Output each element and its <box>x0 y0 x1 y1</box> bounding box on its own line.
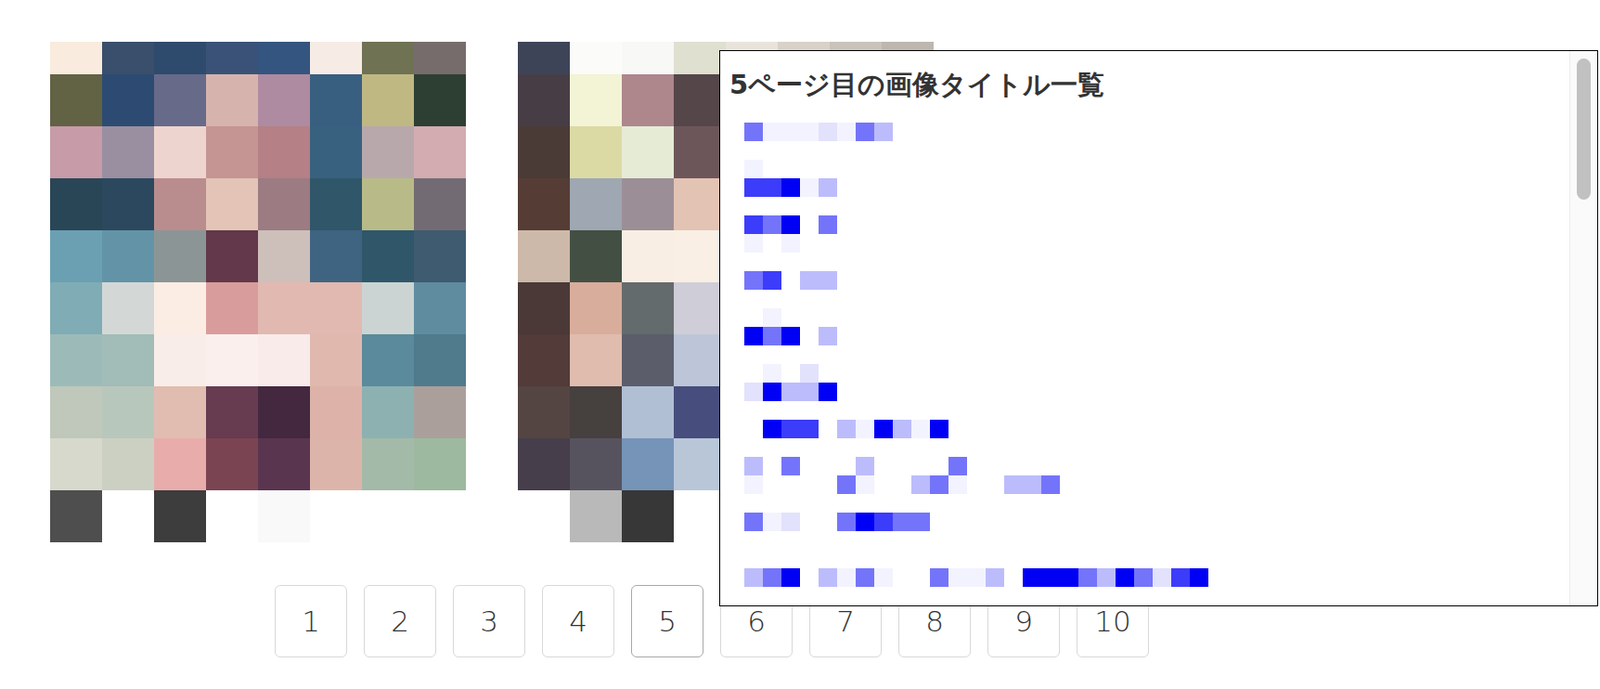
redacted-row[interactable] <box>744 178 1561 197</box>
scrollbar-thumb[interactable] <box>1576 58 1591 200</box>
redacted-row[interactable] <box>744 215 1561 234</box>
page-button[interactable]: 1 <box>274 584 348 658</box>
title-list-popup: 5ページ目の画像タイトル一覧 <box>719 50 1599 607</box>
page-button[interactable]: 2 <box>363 584 437 658</box>
redacted-row[interactable] <box>744 159 1561 179</box>
redacted-row[interactable] <box>744 419 1561 439</box>
redacted-row[interactable] <box>744 382 1561 401</box>
popup-title: 5ページ目の画像タイトル一覧 <box>729 68 1561 102</box>
page-button[interactable]: 4 <box>541 584 615 658</box>
redacted-row[interactable] <box>744 363 1561 383</box>
redacted-row[interactable] <box>744 567 1561 587</box>
popup-content: 5ページ目の画像タイトル一覧 <box>720 51 1570 606</box>
photo-thumbnail[interactable] <box>50 41 466 542</box>
redacted-row[interactable] <box>744 122 1561 142</box>
redacted-title-list <box>744 122 1561 587</box>
redacted-row[interactable] <box>744 549 1561 568</box>
redacted-row[interactable] <box>744 289 1561 309</box>
redacted-row[interactable] <box>744 233 1561 253</box>
redacted-row[interactable] <box>744 196 1561 216</box>
redacted-row[interactable] <box>744 530 1561 550</box>
page-button[interactable]: 5 <box>631 584 704 658</box>
redacted-row[interactable] <box>744 512 1561 531</box>
redacted-row[interactable] <box>744 308 1561 327</box>
redacted-row[interactable] <box>744 141 1561 160</box>
redacted-row[interactable] <box>744 252 1561 271</box>
redacted-row[interactable] <box>744 400 1561 420</box>
redacted-row[interactable] <box>744 475 1561 494</box>
page-button[interactable]: 3 <box>452 584 526 658</box>
scrollbar[interactable] <box>1569 51 1598 606</box>
redacted-row[interactable] <box>744 493 1561 513</box>
page: 123456789105ページ目の画像タイトル一覧 <box>0 0 1600 689</box>
redacted-row[interactable] <box>744 438 1561 457</box>
redacted-row[interactable] <box>744 345 1561 364</box>
redacted-row[interactable] <box>744 270 1561 290</box>
redacted-row[interactable] <box>744 456 1561 476</box>
redacted-row[interactable] <box>744 326 1561 346</box>
